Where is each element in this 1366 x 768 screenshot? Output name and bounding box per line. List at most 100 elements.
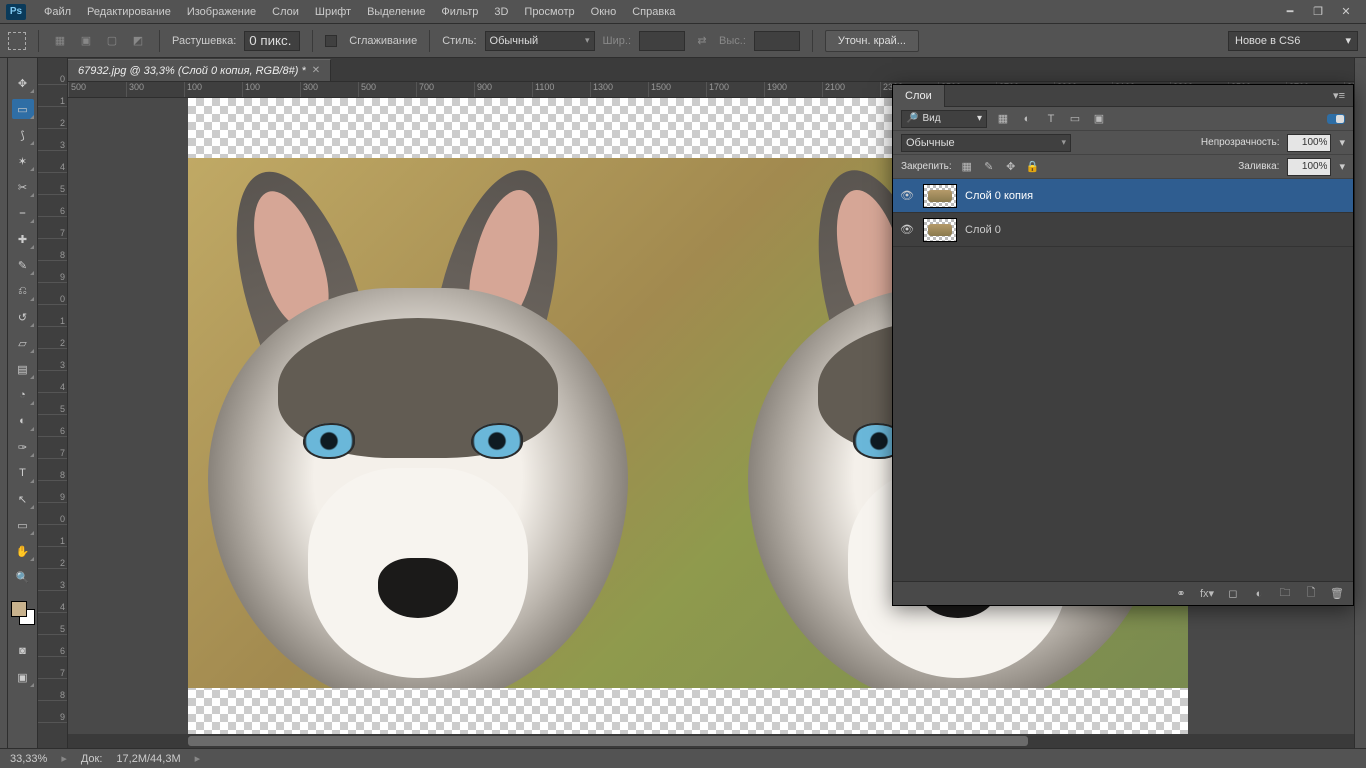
fill-dropdown-icon[interactable]: ▾	[1339, 160, 1345, 173]
hruler-tick: 1700	[706, 82, 729, 97]
vruler-tick: 0	[38, 294, 67, 305]
lock-position-icon[interactable]: ✥	[1004, 160, 1018, 174]
healing-tool[interactable]: ✚	[12, 229, 34, 249]
menu-view[interactable]: Просмотр	[516, 3, 582, 21]
delete-layer-icon[interactable]: 🗑	[1329, 587, 1345, 600]
window-restore-button[interactable]: ❐	[1304, 3, 1332, 21]
foreground-swatch[interactable]	[11, 601, 27, 617]
history-brush-tool[interactable]: ↺	[12, 307, 34, 327]
eyedropper-tool[interactable]: ⎯	[12, 203, 34, 223]
vruler-tick: 5	[38, 404, 67, 415]
blur-tool[interactable]: ◔	[12, 385, 34, 405]
feather-input[interactable]	[244, 31, 300, 51]
refine-edge-button[interactable]: Уточн. край...	[825, 30, 919, 52]
vruler-tick: 4	[38, 382, 67, 393]
layer-name[interactable]: Слой 0 копия	[965, 190, 1033, 202]
filter-adjust-icon[interactable]: ◐	[1019, 111, 1035, 127]
selection-add-icon[interactable]: ▣	[77, 32, 95, 50]
pen-tool[interactable]: ✑	[12, 437, 34, 457]
window-minimize-button[interactable]: ━	[1276, 3, 1304, 21]
lock-pixels-icon[interactable]: ✎	[982, 160, 996, 174]
style-select[interactable]: Обычный▾	[485, 31, 595, 51]
document-tab[interactable]: 67932.jpg @ 33,3% (Слой 0 копия, RGB/8#)…	[68, 59, 331, 81]
close-tab-icon[interactable]: ✕	[312, 65, 320, 76]
marquee-tool[interactable]: ▭	[12, 99, 34, 119]
opacity-input[interactable]	[1287, 134, 1331, 152]
lock-all-icon[interactable]: 🔒	[1026, 160, 1040, 174]
filter-type-icon[interactable]: T	[1043, 111, 1059, 127]
layer-visibility-icon[interactable]: 👁	[899, 189, 915, 202]
path-select-tool[interactable]: ↖	[12, 489, 34, 509]
menu-image[interactable]: Изображение	[179, 3, 264, 21]
fill-input[interactable]	[1287, 158, 1331, 176]
quickmask-tool[interactable]: ◙	[12, 641, 34, 661]
color-swatches[interactable]	[11, 601, 35, 625]
menu-file[interactable]: Файл	[36, 3, 79, 21]
filter-toggle[interactable]	[1327, 114, 1345, 124]
menu-layers[interactable]: Слои	[264, 3, 307, 21]
menu-3d[interactable]: 3D	[486, 3, 516, 21]
opacity-dropdown-icon[interactable]: ▾	[1339, 136, 1345, 149]
eraser-tool[interactable]: ▱	[12, 333, 34, 353]
status-caret[interactable]: ▸	[195, 752, 201, 765]
lasso-tool[interactable]: ⟆	[12, 125, 34, 145]
layer-kind-filter[interactable]: 🔎 Вид▾	[901, 110, 987, 128]
app-logo: Ps	[6, 4, 26, 20]
stamp-tool[interactable]: ⎌	[12, 281, 34, 301]
dodge-tool[interactable]: ◐	[12, 411, 34, 431]
selection-intersect-icon[interactable]: ◩	[129, 32, 147, 50]
screenmode-tool[interactable]: ▣	[12, 667, 34, 687]
hruler-tick: 900	[474, 82, 492, 97]
type-tool[interactable]: T	[12, 463, 34, 483]
zoom-tool[interactable]: 🔍	[12, 567, 34, 587]
doc-size-value: 17,2M/44,3M	[116, 753, 180, 765]
layer-row[interactable]: 👁 Слой 0	[893, 213, 1353, 247]
layer-name[interactable]: Слой 0	[965, 224, 1001, 236]
filter-pixel-icon[interactable]: ▦	[995, 111, 1011, 127]
lock-transparent-icon[interactable]: ▦	[960, 160, 974, 174]
filter-smart-icon[interactable]: ▣	[1091, 111, 1107, 127]
menu-help[interactable]: Справка	[624, 3, 683, 21]
selection-new-icon[interactable]: ▦	[51, 32, 69, 50]
crop-tool[interactable]: ✂	[12, 177, 34, 197]
layer-visibility-icon[interactable]: 👁	[899, 223, 915, 236]
layer-mask-icon[interactable]: ◻	[1225, 587, 1241, 600]
link-layers-icon[interactable]: ⚭	[1173, 587, 1189, 600]
adjustment-layer-icon[interactable]: ◐	[1251, 588, 1267, 600]
layer-row[interactable]: 👁 Слой 0 копия	[893, 179, 1353, 213]
tool-preset-icon[interactable]	[8, 32, 26, 50]
filter-shape-icon[interactable]: ▭	[1067, 111, 1083, 127]
layers-panel-tab[interactable]: Слои	[893, 85, 945, 107]
right-collapse-gutter[interactable]	[1354, 58, 1366, 748]
layer-group-icon[interactable]: 🗀	[1277, 584, 1293, 603]
tools-panel: ✥ ▭ ⟆ ✶ ✂ ⎯ ✚ ✎ ⎌ ↺ ▱ ▤ ◔ ◐ ✑ T ↖ ▭ ✋ 🔍 …	[8, 58, 38, 748]
shape-tool[interactable]: ▭	[12, 515, 34, 535]
vruler-tick: 9	[38, 272, 67, 283]
zoom-level[interactable]: 33,33%	[10, 753, 47, 765]
antialias-checkbox[interactable]	[325, 35, 337, 47]
brush-tool[interactable]: ✎	[12, 255, 34, 275]
layers-panel-footer: ⚭ fx▾ ◻ ◐ 🗀 🗋 🗑	[893, 581, 1353, 605]
menu-window[interactable]: Окно	[583, 3, 625, 21]
layer-style-icon[interactable]: fx▾	[1199, 587, 1215, 600]
menu-edit[interactable]: Редактирование	[79, 3, 179, 21]
hand-tool[interactable]: ✋	[12, 541, 34, 561]
blend-mode-select[interactable]: Обычные▾	[901, 134, 1071, 152]
vruler-tick: 9	[38, 492, 67, 503]
layer-thumbnail[interactable]	[923, 218, 957, 242]
lock-label: Закрепить:	[901, 161, 952, 172]
new-layer-icon[interactable]: 🗋	[1303, 584, 1319, 603]
menu-filter[interactable]: Фильтр	[433, 3, 486, 21]
panel-menu-icon[interactable]: ▾≡	[1325, 89, 1353, 102]
move-tool[interactable]: ✥	[12, 73, 34, 93]
layer-thumbnail[interactable]	[923, 184, 957, 208]
magic-wand-tool[interactable]: ✶	[12, 151, 34, 171]
window-close-button[interactable]: ✕	[1332, 3, 1360, 21]
selection-subtract-icon[interactable]: ▢	[103, 32, 121, 50]
left-collapse-gutter[interactable]	[0, 58, 8, 748]
gradient-tool[interactable]: ▤	[12, 359, 34, 379]
menu-select[interactable]: Выделение	[359, 3, 433, 21]
workspace-select[interactable]: Новое в CS6▾	[1228, 31, 1358, 51]
menu-type[interactable]: Шрифт	[307, 3, 359, 21]
horizontal-scrollbar[interactable]	[68, 734, 1354, 748]
